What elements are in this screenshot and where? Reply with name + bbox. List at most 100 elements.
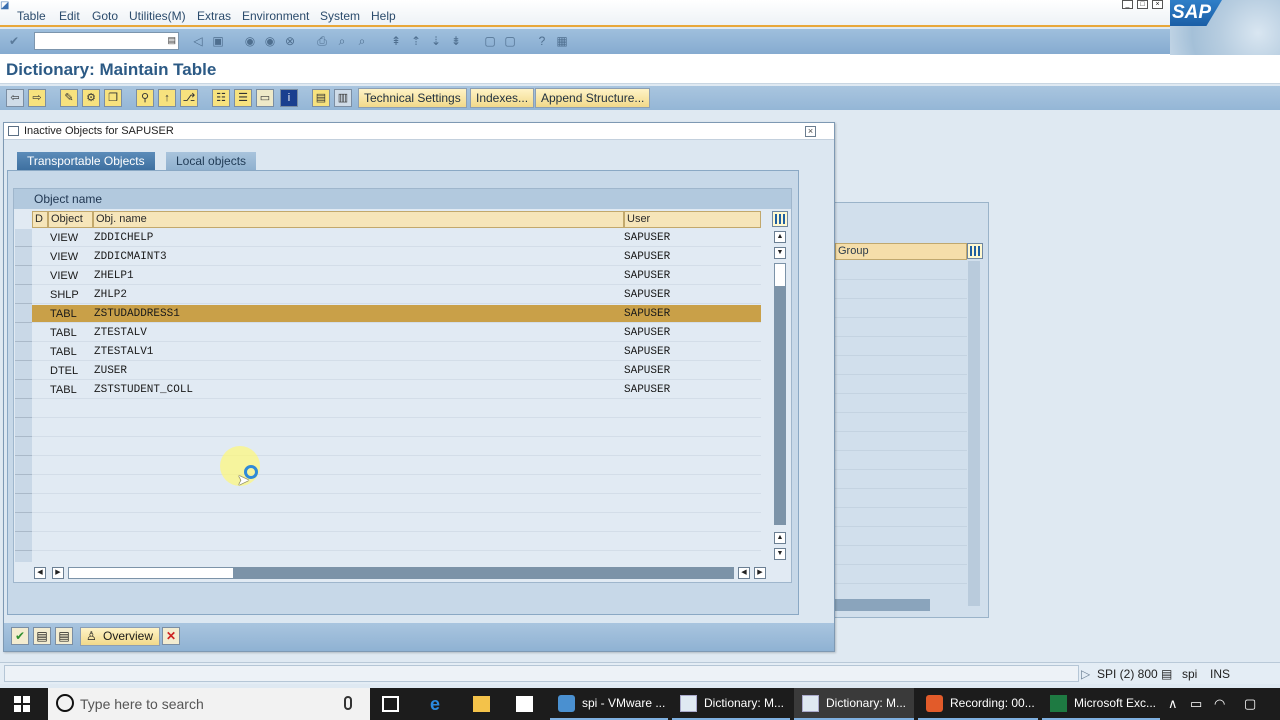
battery-icon[interactable]: ▭ bbox=[1190, 696, 1202, 712]
horizontal-scrollbar[interactable]: ◀ ▶ ◀ ▶ bbox=[32, 566, 772, 580]
row-selector[interactable] bbox=[15, 495, 32, 513]
empty-row[interactable] bbox=[32, 514, 761, 532]
bg-vertical-scrollbar[interactable] bbox=[968, 261, 980, 606]
wifi-icon[interactable]: ◠ bbox=[1214, 696, 1225, 712]
previous-page-icon[interactable]: ⇡ bbox=[408, 33, 424, 49]
display-change-icon[interactable]: ✎ bbox=[60, 89, 78, 107]
empty-row[interactable] bbox=[32, 438, 761, 456]
scroll-up-icon[interactable]: ▲ bbox=[774, 231, 786, 243]
system-menu-icon[interactable]: ◪ bbox=[0, 0, 14, 11]
print-icon[interactable]: ⎙ bbox=[314, 33, 330, 49]
check-icon[interactable]: ⚲ bbox=[136, 89, 154, 107]
tab-local-objects[interactable]: Local objects bbox=[166, 152, 257, 170]
row-selector[interactable] bbox=[15, 229, 32, 247]
menu-help[interactable]: Help bbox=[371, 9, 396, 23]
menu-system[interactable]: System bbox=[320, 9, 360, 23]
vertical-scrollbar[interactable]: ▲ ▼ ▲ ▼ bbox=[773, 229, 787, 564]
taskbar-dictionary-2[interactable]: Dictionary: M... bbox=[794, 688, 914, 720]
empty-row[interactable] bbox=[32, 495, 761, 513]
empty-row[interactable] bbox=[32, 400, 761, 418]
tab-transportable-objects[interactable]: Transportable Objects bbox=[17, 152, 155, 170]
enter-icon[interactable]: ✔ bbox=[6, 33, 22, 49]
table-row[interactable]: SHLP ZHLP2 SAPUSER bbox=[32, 286, 761, 304]
page-down-icon[interactable]: ▲ bbox=[774, 532, 786, 544]
row-selector[interactable] bbox=[15, 267, 32, 285]
taskbar-dictionary-1[interactable]: Dictionary: M... bbox=[672, 688, 790, 720]
notifications-icon[interactable]: ▢ bbox=[1244, 696, 1256, 712]
indexes-button[interactable]: Indexes... bbox=[470, 88, 535, 108]
checkmark-icon[interactable]: ✔ bbox=[11, 627, 29, 645]
bg-layout-icon[interactable] bbox=[967, 243, 983, 259]
column-header-d[interactable]: D bbox=[32, 211, 48, 228]
page-up-icon[interactable]: ▼ bbox=[774, 247, 786, 259]
vertical-scroll-thumb[interactable] bbox=[774, 263, 786, 287]
activate-icon[interactable]: ↑ bbox=[158, 89, 176, 107]
row-selector[interactable] bbox=[15, 305, 32, 323]
row-selector[interactable] bbox=[15, 533, 32, 551]
scroll-left-icon[interactable]: ◀ bbox=[34, 567, 46, 579]
select-all-icon[interactable]: ▤ bbox=[33, 627, 51, 645]
find-icon[interactable]: ⌕ bbox=[334, 33, 350, 49]
taskbar-search[interactable]: Type here to search bbox=[48, 688, 370, 720]
maximize-icon[interactable]: □ bbox=[1137, 0, 1148, 9]
command-field[interactable]: ▤ bbox=[34, 32, 179, 50]
last-page-icon[interactable]: ⇟ bbox=[448, 33, 464, 49]
row-selector[interactable] bbox=[15, 381, 32, 399]
row-selector[interactable] bbox=[15, 476, 32, 494]
task-view-icon[interactable] bbox=[372, 688, 408, 720]
menu-environment[interactable]: Environment bbox=[242, 9, 309, 23]
info-icon[interactable]: i bbox=[280, 89, 298, 107]
vertical-scroll-track[interactable] bbox=[774, 263, 786, 525]
object-list-icon[interactable]: ☷ bbox=[212, 89, 230, 107]
minimize-icon[interactable]: _ bbox=[1122, 0, 1133, 9]
help-icon[interactable]: ? bbox=[534, 33, 550, 49]
exit-icon[interactable]: ◉ bbox=[262, 33, 278, 49]
taskbar-recording[interactable]: Recording: 00... bbox=[918, 688, 1038, 720]
row-selector[interactable] bbox=[15, 362, 32, 380]
menu-table[interactable]: Table bbox=[17, 9, 46, 23]
windows-start-icon[interactable] bbox=[14, 696, 30, 712]
row-selector[interactable] bbox=[15, 248, 32, 266]
edge-browser-icon[interactable]: e bbox=[420, 688, 456, 720]
microphone-icon[interactable] bbox=[344, 696, 352, 710]
empty-row[interactable] bbox=[32, 533, 761, 551]
row-selector[interactable] bbox=[15, 514, 32, 532]
taskbar-excel[interactable]: Microsoft Exc... bbox=[1042, 688, 1160, 720]
first-page-icon[interactable]: ⇞ bbox=[388, 33, 404, 49]
row-selector[interactable] bbox=[15, 419, 32, 437]
column-header-object[interactable]: Object bbox=[48, 211, 93, 228]
bg-horizontal-scrollbar[interactable] bbox=[835, 599, 930, 611]
status-details-icon[interactable]: ▤ bbox=[1161, 667, 1172, 681]
navigation-window-icon[interactable]: ☰ bbox=[234, 89, 252, 107]
column-header-group[interactable]: Group bbox=[835, 243, 967, 260]
table-row-selected[interactable]: TABL ZSTUDADDRESS1 SAPUSER bbox=[32, 305, 761, 323]
technical-settings-button[interactable]: Technical Settings bbox=[358, 88, 467, 108]
table-row[interactable]: TABL ZTESTALV1 SAPUSER bbox=[32, 343, 761, 361]
empty-row[interactable] bbox=[32, 457, 761, 475]
table-view-icon[interactable]: ▥ bbox=[334, 89, 352, 107]
grid-layout-icon[interactable] bbox=[772, 211, 788, 227]
back-arrow-icon[interactable]: ⇦ bbox=[6, 89, 24, 107]
menu-edit[interactable]: Edit bbox=[59, 9, 80, 23]
other-object-icon[interactable]: ❐ bbox=[104, 89, 122, 107]
back-icon[interactable]: ◉ bbox=[242, 33, 258, 49]
save-icon[interactable]: ▣ bbox=[210, 33, 226, 49]
status-expand-icon[interactable]: ▷ bbox=[1081, 667, 1090, 681]
table-row[interactable]: VIEW ZDDICMAINT3 SAPUSER bbox=[32, 248, 761, 266]
overview-button[interactable]: ♙ Overview bbox=[80, 627, 161, 646]
column-header-obj-name[interactable]: Obj. name bbox=[93, 211, 624, 228]
next-page-icon[interactable]: ⇣ bbox=[428, 33, 444, 49]
hierarchy-icon[interactable]: ▭ bbox=[256, 89, 274, 107]
column-header-user[interactable]: User bbox=[624, 211, 761, 228]
row-selector[interactable] bbox=[15, 400, 32, 418]
contents-icon[interactable]: ▤ bbox=[312, 89, 330, 107]
where-used-icon[interactable]: ⎇ bbox=[180, 89, 198, 107]
active-inactive-icon[interactable]: ⚙ bbox=[82, 89, 100, 107]
row-selector[interactable] bbox=[15, 286, 32, 304]
cancel-icon[interactable]: ✕ bbox=[162, 627, 180, 645]
new-session-icon[interactable]: ▢ bbox=[482, 33, 498, 49]
deselect-all-icon[interactable]: ▤ bbox=[55, 627, 73, 645]
close-icon[interactable]: × bbox=[805, 126, 816, 137]
append-structure-button[interactable]: Append Structure... bbox=[535, 88, 651, 108]
taskbar-vmware[interactable]: spi - VMware ... bbox=[550, 688, 668, 720]
